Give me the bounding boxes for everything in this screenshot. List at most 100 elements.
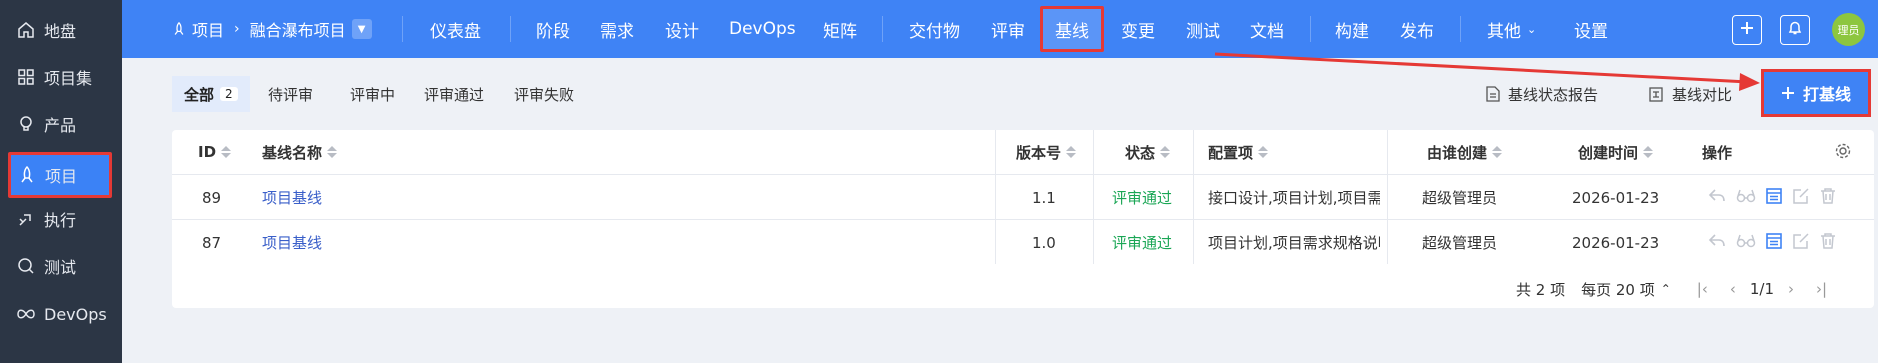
baseline-name-link[interactable]: 项目基线 [262,220,322,265]
nav-doc[interactable]: 文档 [1250,0,1284,58]
table-row[interactable]: 87 项目基线 1.0 评审通过 项目计划,项目需求规格说明书 超级管理员 20… [172,219,1874,264]
count-badge: 2 [220,87,238,101]
cell-created: 2026-01-23 [1572,188,1660,207]
baseline-report-button[interactable]: 基线状态报告 [1486,76,1598,112]
nav-more[interactable]: 其他 ⌄ [1487,0,1536,58]
tab-all-label: 全部 [184,85,215,104]
grid-icon [16,67,36,87]
column-header-label: 状态 [1125,143,1156,162]
avatar[interactable]: 理员 [1832,13,1865,46]
sidebar-item-project[interactable]: 项目 [8,152,112,198]
sort-icon [221,146,232,158]
column-header-name[interactable]: 基线名称 [262,130,338,174]
page-indicator: 1/1 [1749,280,1774,298]
baseline-compare-button[interactable]: 基线对比 [1648,76,1732,112]
detail-icon[interactable] [1765,232,1783,254]
nav-build[interactable]: 构建 [1335,0,1369,58]
tab-review-failed[interactable]: 评审失败 [502,76,586,112]
sidebar-item-test[interactable]: 测试 [0,243,122,289]
column-header-label: 由谁创建 [1427,143,1488,162]
project-switcher-button[interactable]: ▼ [351,19,372,39]
rocket-icon [172,21,186,37]
nav-test[interactable]: 测试 [1186,0,1220,58]
pagination: 共 2 项 每页 20 项 ⌃ |‹ ‹ 1/1 › ›| [1516,274,1827,304]
chevron-down-icon: ▼ [357,23,366,35]
prev-page-icon[interactable]: ‹ [1730,280,1736,298]
lightbulb-icon [16,114,36,134]
nav-baseline[interactable]: 基线 [1040,6,1104,52]
breadcrumb-root[interactable]: 项目 [192,17,224,41]
document-icon [1486,86,1508,102]
sort-icon [1066,146,1077,158]
column-header-label: ID [198,143,217,161]
table-row[interactable]: 89 项目基线 1.1 评审通过 接口设计,项目计划,项目需求规格说明书 超级管… [172,174,1874,219]
detail-icon[interactable] [1765,187,1783,209]
top-navbar: 项目 › 融合瀑布项目 ▼ 仪表盘 阶段 需求 设计 DevOps 矩阵 交付物… [122,0,1878,58]
nav-stage[interactable]: 阶段 [536,0,570,58]
nav-more-label: 其他 [1487,21,1521,42]
column-header-label: 版本号 [1016,143,1062,162]
next-page-icon[interactable]: › [1788,280,1794,298]
last-page-icon[interactable]: ›| [1816,280,1827,298]
trash-icon[interactable] [1819,232,1837,254]
create-baseline-label: 打基线 [1802,85,1851,104]
compare-icon [1648,86,1672,102]
sort-icon [1160,146,1171,158]
sidebar-item-execution[interactable]: 执行 [0,196,122,242]
nav-matrix[interactable]: 矩阵 [823,0,857,58]
column-header-config[interactable]: 配置项 [1208,130,1269,174]
baseline-name-link[interactable]: 项目基线 [262,175,322,220]
nav-settings[interactable]: 设置 [1574,0,1608,58]
column-header-created[interactable]: 创建时间 [1578,130,1654,174]
nav-release[interactable]: 发布 [1400,0,1434,58]
nav-design[interactable]: 设计 [665,0,699,58]
test-icon [16,256,36,276]
tab-reviewing[interactable]: 评审中 [338,76,407,112]
nav-review[interactable]: 评审 [991,0,1025,58]
status-badge: 评审通过 [1112,234,1173,252]
notification-button[interactable] [1780,15,1810,45]
undo-icon[interactable] [1707,232,1727,254]
rocket-icon [17,165,37,185]
undo-icon[interactable] [1707,187,1727,209]
sort-icon [327,146,338,158]
run-icon [16,209,36,229]
baseline-report-label: 基线状态报告 [1508,85,1599,104]
sidebar-item-product[interactable]: 产品 [0,101,122,147]
sidebar-item-devops[interactable]: DevOps [0,291,122,337]
cell-creator: 超级管理员 [1422,234,1498,252]
sidebar-item-program[interactable]: 项目集 [0,54,122,100]
cell-created: 2026-01-23 [1572,233,1660,252]
edit-icon[interactable] [1792,232,1810,254]
sidebar-item-label: 地盘 [44,22,77,41]
per-page-label: 每页 20 项 [1581,280,1655,299]
view-glasses-icon[interactable] [1736,187,1756,209]
pager-total: 共 2 项 [1516,280,1566,299]
per-page-select[interactable]: 每页 20 项 ⌃ [1581,279,1671,300]
create-button[interactable] [1732,15,1762,45]
tab-pending-review[interactable]: 待评审 [256,76,325,112]
trash-icon[interactable] [1819,187,1837,209]
column-settings-gear-icon[interactable] [1834,142,1852,164]
nav-deliverable[interactable]: 交付物 [909,0,960,58]
column-header-status[interactable]: 状态 [1125,130,1171,174]
column-header-creator[interactable]: 由谁创建 [1427,130,1503,174]
baseline-toolbar: 全部 2 待评审 评审中 评审通过 评审失败 基线状态报告 基线对比 [172,76,1878,112]
view-glasses-icon[interactable] [1736,232,1756,254]
column-header-version[interactable]: 版本号 [1016,130,1077,174]
nav-change[interactable]: 变更 [1121,0,1155,58]
sidebar-item-label: 产品 [44,116,77,135]
nav-story[interactable]: 需求 [600,0,634,58]
sort-icon [1492,146,1503,158]
tab-all[interactable]: 全部 2 [172,76,250,112]
breadcrumb-project[interactable]: 融合瀑布项目 [250,17,346,41]
first-page-icon[interactable]: |‹ [1697,280,1708,298]
tab-review-passed[interactable]: 评审通过 [412,76,496,112]
cell-creator: 超级管理员 [1422,189,1498,207]
create-baseline-button[interactable]: 打基线 [1761,69,1871,117]
nav-dashboard[interactable]: 仪表盘 [430,0,481,58]
column-header-id[interactable]: ID [198,130,232,174]
sidebar-item-home[interactable]: 地盘 [0,7,122,53]
nav-devops[interactable]: DevOps [729,0,796,58]
edit-icon[interactable] [1792,187,1810,209]
